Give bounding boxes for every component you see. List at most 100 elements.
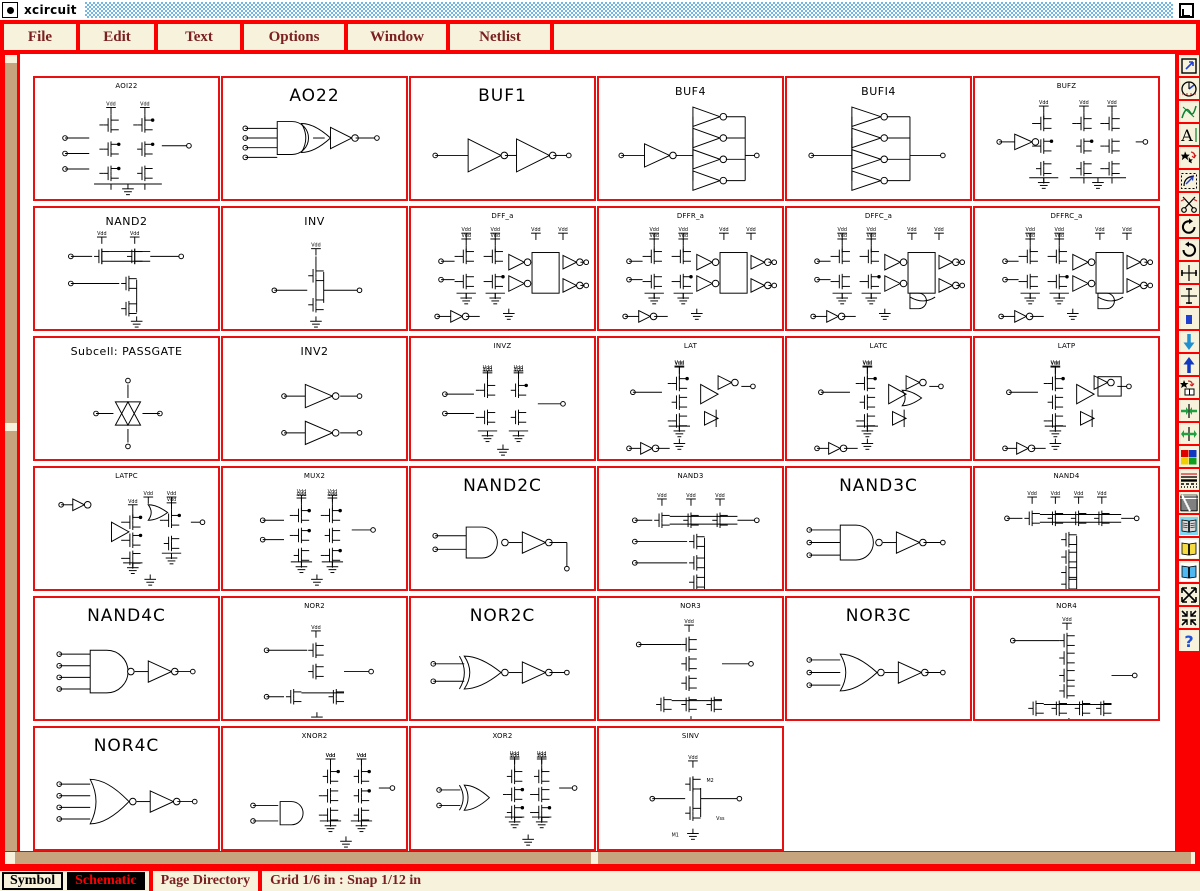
library-cell[interactable]: Vdd Vdd Vdd Vdd XNOR2 — [221, 726, 408, 851]
library-cell[interactable]: BUF1 — [409, 76, 596, 201]
join-icon[interactable] — [1179, 400, 1199, 421]
copy-object-icon[interactable] — [1179, 147, 1199, 168]
text-label-icon[interactable]: A — [1179, 124, 1199, 145]
library-cell-label: XNOR2 — [301, 732, 328, 740]
library-cell[interactable]: Vdd Vdd Vdd Vdd NAND4 — [973, 466, 1160, 591]
library-cell[interactable]: INV2 — [221, 336, 408, 461]
library-cell[interactable]: NAND4C — [33, 596, 220, 721]
edit-path-icon[interactable] — [1179, 170, 1199, 191]
library-cell[interactable]: Subcell: PASSGATE — [33, 336, 220, 461]
library-cell[interactable]: Vdd Vdd AOI22 — [33, 76, 220, 201]
pan-icon[interactable] — [1179, 78, 1199, 99]
symbol-schematic-drawing: Vdd Vdd — [35, 78, 218, 199]
svg-text:Vdd: Vdd — [1079, 100, 1088, 106]
library-cell[interactable]: Vdd Vdd Vdd Vdd Vdd Vdd DFFC_a — [785, 206, 972, 331]
vertical-scrollbar-thumb[interactable] — [5, 55, 17, 859]
library-cell[interactable]: Vdd Vdd LAT — [597, 336, 784, 461]
zoom-out-icon[interactable] — [1179, 584, 1199, 605]
status-page-directory[interactable]: Page Directory — [148, 871, 263, 891]
library-cell[interactable]: Vdd Vdd Vdd BUFZ — [973, 76, 1160, 201]
library-cell[interactable]: BUFI4 — [785, 76, 972, 201]
library-cell[interactable]: NOR2C — [409, 596, 596, 721]
draw-wire-icon[interactable] — [1179, 101, 1199, 122]
library-cell[interactable]: Vdd NOR4 — [973, 596, 1160, 721]
color-swatch-icon[interactable] — [1179, 308, 1199, 329]
color-palette-icon[interactable] — [1179, 446, 1199, 467]
zoom-in-icon[interactable] — [1179, 607, 1199, 628]
svg-text:Vdd: Vdd — [684, 619, 693, 625]
library-page2-icon[interactable] — [1179, 538, 1199, 559]
library-cell[interactable]: Vdd NOR3 — [597, 596, 784, 721]
horizontal-scrollbar[interactable] — [4, 851, 1196, 865]
library-page1-icon[interactable] — [1179, 515, 1199, 536]
menu-window[interactable]: Window — [348, 24, 450, 50]
rotate-ccw-icon[interactable] — [1179, 239, 1199, 260]
flip-vertical-icon[interactable] — [1179, 285, 1199, 306]
pan-zoom-box-icon[interactable] — [1179, 55, 1199, 76]
rotate-cw-icon[interactable] — [1179, 216, 1199, 237]
flip-horizontal-icon[interactable] — [1179, 262, 1199, 283]
restore-window-icon[interactable] — [1179, 2, 1194, 18]
library-cell-label: SINV — [681, 732, 700, 740]
library-cell-label: LAT — [683, 342, 698, 350]
library-canvas[interactable]: Vdd Vdd AOI22 AO22 BUF1 BUF4 BUFI4 Vdd Vdd Vdd BUF… — [20, 54, 1175, 860]
window-menu-icon[interactable] — [2, 2, 18, 18]
library-cell[interactable]: NAND2C — [409, 466, 596, 591]
line-style-icon[interactable] — [1179, 469, 1199, 490]
library-cell[interactable]: AO22 — [221, 76, 408, 201]
library-cell[interactable]: NOR3C — [785, 596, 972, 721]
library-cell[interactable]: BUF4 — [597, 76, 784, 201]
menu-netlist[interactable]: Netlist — [450, 24, 554, 50]
library-cell[interactable]: Vdd Vdd Vdd Vdd INVZ — [409, 336, 596, 461]
svg-text:Vdd: Vdd — [837, 227, 846, 233]
unjoin-icon[interactable] — [1179, 423, 1199, 444]
push-down-icon[interactable] — [1179, 331, 1199, 352]
library-cell-label: NOR4C — [93, 736, 160, 756]
menubar: File Edit Text Options Window Netlist — [4, 24, 1196, 50]
library-copy-icon[interactable] — [1179, 377, 1199, 398]
library-cell[interactable]: Vdd NOR2 — [221, 596, 408, 721]
scroll-gap-top — [5, 55, 17, 63]
library-page3-icon[interactable] — [1179, 561, 1199, 582]
library-cell[interactable]: Vdd M2 Vss M1 SINV — [597, 726, 784, 851]
svg-text:Vdd: Vdd — [1055, 227, 1064, 233]
library-cell[interactable]: Vdd Vdd LATP — [973, 336, 1160, 461]
library-cell[interactable]: NAND3C — [785, 466, 972, 591]
library-cell-label: DFF_a — [491, 212, 514, 220]
library-cell[interactable]: Vdd Vdd Vdd Vdd MUX2 — [221, 466, 408, 591]
library-cell[interactable]: Vdd INV — [221, 206, 408, 331]
pop-up-icon[interactable] — [1179, 354, 1199, 375]
vertical-scrollbar[interactable] — [4, 54, 18, 860]
library-cell[interactable]: NOR4C — [33, 726, 220, 851]
help-icon[interactable]: ? — [1179, 630, 1199, 651]
horizontal-scrollbar-thumb[interactable] — [15, 852, 1195, 864]
delete-cut-icon[interactable] — [1179, 193, 1199, 214]
library-cell[interactable]: Vdd Vdd Vdd NAND3 — [597, 466, 784, 591]
menu-file[interactable]: File — [4, 24, 80, 50]
symbol-schematic-drawing: Vdd Vdd Vdd Vdd — [411, 728, 594, 849]
svg-text:Vdd: Vdd — [97, 231, 106, 237]
status-schematic-button[interactable]: Schematic — [67, 872, 145, 890]
library-cell[interactable]: Vdd Vdd Vdd Vdd XOR2 — [409, 726, 596, 851]
library-cell[interactable]: Vdd Vdd Vdd Vdd Vdd Vdd DFFRC_a — [973, 206, 1160, 331]
svg-text:Vdd: Vdd — [715, 493, 724, 499]
library-cell-label: NAND4 — [1053, 472, 1080, 480]
symbol-schematic-drawing: Vdd — [975, 598, 1158, 719]
menu-options[interactable]: Options — [244, 24, 348, 50]
library-cell[interactable]: Vdd Vdd Vdd Vdd Vdd Vdd DFF_a — [409, 206, 596, 331]
application-frame: File Edit Text Options Window Netlist Vd… — [0, 20, 1200, 891]
menu-edit[interactable]: Edit — [80, 24, 158, 50]
library-cell[interactable]: Vdd Vdd Vdd Vdd Vdd Vdd DFFR_a — [597, 206, 784, 331]
library-cell[interactable]: Vdd Vdd Vdd Vdd LATPC — [33, 466, 220, 591]
svg-text:Vdd: Vdd — [867, 233, 876, 239]
library-cell[interactable]: Vdd Vdd LATC — [785, 336, 972, 461]
symbol-schematic-drawing: Vdd M2 Vss M1 — [599, 728, 782, 849]
status-bar: Symbol Schematic Page Directory Grid 1/6… — [0, 867, 1200, 891]
library-cell-label: DFFR_a — [676, 212, 705, 220]
status-symbol-button[interactable]: Symbol — [2, 872, 64, 890]
fill-style-icon[interactable] — [1179, 492, 1199, 513]
svg-text:Vdd: Vdd — [130, 231, 139, 237]
library-cell[interactable]: Vdd Vdd NAND2 — [33, 206, 220, 331]
library-cell-label: LATC — [869, 342, 888, 350]
menu-text[interactable]: Text — [158, 24, 244, 50]
